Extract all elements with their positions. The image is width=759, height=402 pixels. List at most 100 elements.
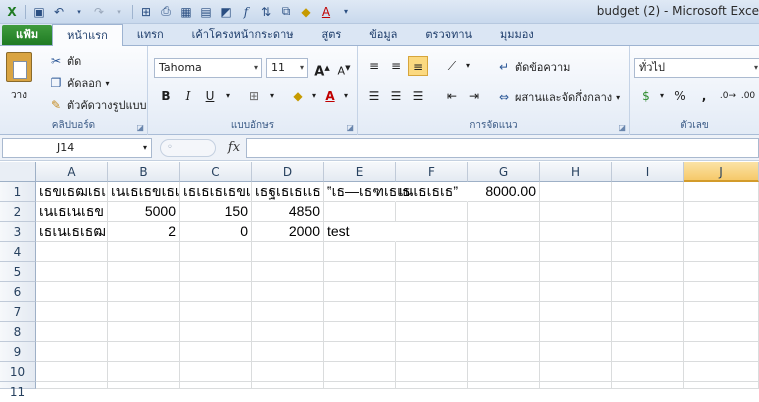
cell-g9[interactable] — [468, 342, 540, 362]
cell-d6[interactable] — [252, 282, 324, 302]
cell-a6[interactable] — [36, 282, 108, 302]
tab-home[interactable]: หน้าแรก — [52, 24, 123, 46]
select-all-corner[interactable] — [0, 162, 36, 182]
column-header-a[interactable]: A — [36, 162, 108, 182]
borders-icon[interactable]: ⊞ — [244, 86, 264, 106]
column-header-e[interactable]: E — [324, 162, 396, 182]
increase-decimal-icon[interactable]: .0→ — [718, 86, 738, 106]
cell-d4[interactable] — [252, 242, 324, 262]
cell-e5[interactable] — [324, 262, 396, 282]
cell-d7[interactable] — [252, 302, 324, 322]
cut-button[interactable]: ✂ ตัด — [48, 52, 81, 70]
cell-a11[interactable] — [36, 382, 108, 389]
merge-icon[interactable]: ⧉ — [276, 2, 296, 22]
formula-input[interactable] — [246, 138, 759, 158]
chart-icon[interactable]: ◩ — [216, 2, 236, 22]
currency-dropdown-icon[interactable]: ▾ — [652, 86, 672, 106]
cell-b10[interactable] — [108, 362, 180, 382]
cell-g8[interactable] — [468, 322, 540, 342]
alignment-launcher-icon[interactable]: ◪ — [618, 123, 626, 132]
cell-g11[interactable] — [468, 382, 540, 389]
cell-h9[interactable] — [540, 342, 612, 362]
cell-b6[interactable] — [108, 282, 180, 302]
sort-icon[interactable]: ⇅ — [256, 2, 276, 22]
cell-g10[interactable] — [468, 362, 540, 382]
cell-a2[interactable]: เนเธเนเธข — [36, 202, 108, 222]
cell-d10[interactable] — [252, 362, 324, 382]
cell-e4[interactable] — [324, 242, 396, 262]
clipboard-launcher-icon[interactable]: ◪ — [136, 123, 144, 132]
cell-h7[interactable] — [540, 302, 612, 322]
cell-c1[interactable]: เธเธเธเธขเธ — [180, 182, 252, 202]
cell-g6[interactable] — [468, 282, 540, 302]
cell-g3[interactable] — [468, 222, 540, 242]
row-header-5[interactable]: 5 — [0, 262, 36, 282]
cell-c10[interactable] — [180, 362, 252, 382]
cell-h4[interactable] — [540, 242, 612, 262]
cell-i10[interactable] — [612, 362, 684, 382]
cell-d3[interactable]: 2000 — [252, 222, 324, 242]
copy-button[interactable]: ❐ คัดลอก ▾ — [48, 74, 110, 92]
cell-a7[interactable] — [36, 302, 108, 322]
cell-c2[interactable]: 150 — [180, 202, 252, 222]
paste-button[interactable]: วาง — [6, 52, 32, 103]
number-format-select[interactable]: ทั่วไป ▾ — [634, 58, 759, 78]
cell-c5[interactable] — [180, 262, 252, 282]
cell-j3[interactable] — [684, 222, 759, 242]
cell-h10[interactable] — [540, 362, 612, 382]
cell-i5[interactable] — [612, 262, 684, 282]
cell-d5[interactable] — [252, 262, 324, 282]
align-bottom-icon[interactable]: ≡ — [408, 56, 428, 76]
row-header-7[interactable]: 7 — [0, 302, 36, 322]
cell-i7[interactable] — [612, 302, 684, 322]
cell-e7[interactable] — [324, 302, 396, 322]
cell-c11[interactable] — [180, 382, 252, 389]
cell-j8[interactable] — [684, 322, 759, 342]
cell-d9[interactable] — [252, 342, 324, 362]
cell-h11[interactable] — [540, 382, 612, 389]
shrink-font-icon[interactable]: A▼ — [334, 58, 354, 78]
column-header-d[interactable]: D — [252, 162, 324, 182]
row-header-9[interactable]: 9 — [0, 342, 36, 362]
cell-f8[interactable] — [396, 322, 468, 342]
tab-review[interactable]: ตรวจทาน — [411, 25, 486, 45]
align-right-icon[interactable]: ☰ — [408, 86, 428, 106]
cell-e1[interactable]: ‟เธ—เธฑเธเธ — [324, 182, 411, 202]
underline-button[interactable]: U — [200, 86, 220, 106]
save-icon[interactable]: ▣ — [29, 2, 49, 22]
align-center-icon[interactable]: ☰ — [386, 86, 406, 106]
font-launcher-icon[interactable]: ◪ — [346, 123, 354, 132]
cell-h8[interactable] — [540, 322, 612, 342]
merge-dropdown-icon[interactable]: ▾ — [616, 93, 620, 102]
customize-qat-icon[interactable]: ▾ — [336, 2, 356, 22]
italic-button[interactable]: I — [178, 86, 198, 106]
bold-button[interactable]: B — [156, 86, 176, 106]
align-top-icon[interactable]: ≡ — [364, 56, 384, 76]
row-header-3[interactable]: 3 — [0, 222, 36, 242]
cell-a5[interactable] — [36, 262, 108, 282]
cell-g2[interactable] — [468, 202, 540, 222]
font-color-dropdown-icon[interactable]: ▾ — [336, 86, 356, 106]
row-header-2[interactable]: 2 — [0, 202, 36, 222]
cell-f4[interactable] — [396, 242, 468, 262]
name-box[interactable]: J14 ▾ — [2, 138, 152, 158]
tab-file[interactable]: แฟ้ม — [2, 25, 53, 45]
grow-font-icon[interactable]: A▲ — [312, 58, 332, 79]
cell-i2[interactable] — [612, 202, 684, 222]
cell-b3[interactable]: 2 — [108, 222, 180, 242]
column-header-c[interactable]: C — [180, 162, 252, 182]
wrap-text-button[interactable]: ↵ ตัดข้อความ — [496, 58, 570, 76]
cell-b11[interactable] — [108, 382, 180, 389]
row-header-6[interactable]: 6 — [0, 282, 36, 302]
cell-j5[interactable] — [684, 262, 759, 282]
cell-j7[interactable] — [684, 302, 759, 322]
font-size-select[interactable]: 11 ▾ — [266, 58, 308, 78]
cell-f6[interactable] — [396, 282, 468, 302]
formula-resize-handle[interactable]: ◦ — [160, 139, 216, 157]
cell-i9[interactable] — [612, 342, 684, 362]
cell-f3[interactable] — [396, 222, 468, 242]
cell-d11[interactable] — [252, 382, 324, 389]
cell-f9[interactable] — [396, 342, 468, 362]
borders-dropdown-icon[interactable]: ▾ — [262, 86, 282, 106]
row-header-11[interactable]: 11 — [0, 382, 36, 399]
